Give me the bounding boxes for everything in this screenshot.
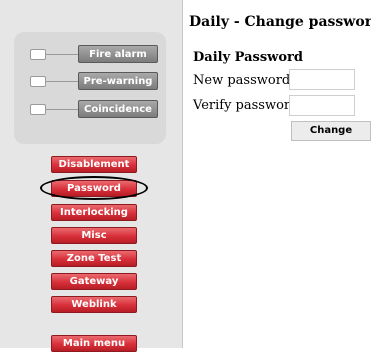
sidebar-divider <box>182 0 183 348</box>
indicator-connector-line <box>45 81 78 82</box>
verify-password-input[interactable] <box>289 95 355 116</box>
coincidence-indicator-led <box>30 104 46 115</box>
new-password-label: New password <box>193 73 291 88</box>
status-row-fire-alarm: Fire alarm <box>14 45 166 63</box>
menu-button-weblink[interactable]: Weblink <box>51 296 137 313</box>
section-title: Daily Password <box>193 50 303 65</box>
pre-warning-status-label: Pre-warning <box>78 72 158 90</box>
change-button[interactable]: Change <box>291 121 371 141</box>
fire-alarm-indicator-led <box>30 49 46 60</box>
page-title: Daily - Change password <box>189 14 371 30</box>
menu-button-interlocking[interactable]: Interlocking <box>51 204 137 221</box>
pre-warning-indicator-led <box>30 76 46 87</box>
status-row-coincidence: Coincidence <box>14 100 166 118</box>
menu-button-gateway[interactable]: Gateway <box>51 273 137 290</box>
menu-button-misc[interactable]: Misc <box>51 227 137 244</box>
main-menu-button[interactable]: Main menu <box>51 335 137 352</box>
verify-password-label: Verify password <box>193 98 299 113</box>
indicator-connector-line <box>45 109 78 110</box>
new-password-input[interactable] <box>289 69 355 90</box>
indicator-connector-line <box>45 54 78 55</box>
menu-button-password[interactable]: Password <box>51 180 137 197</box>
status-panel: Fire alarm Pre-warning Coincidence <box>14 32 166 144</box>
coincidence-status-label: Coincidence <box>78 100 158 118</box>
menu-button-disablement[interactable]: Disablement <box>51 156 137 173</box>
menu-button-zone-test[interactable]: Zone Test <box>51 250 137 267</box>
sidebar: Fire alarm Pre-warning Coincidence Disab… <box>0 0 182 352</box>
status-row-pre-warning: Pre-warning <box>14 72 166 90</box>
fire-alarm-status-label: Fire alarm <box>78 45 158 63</box>
